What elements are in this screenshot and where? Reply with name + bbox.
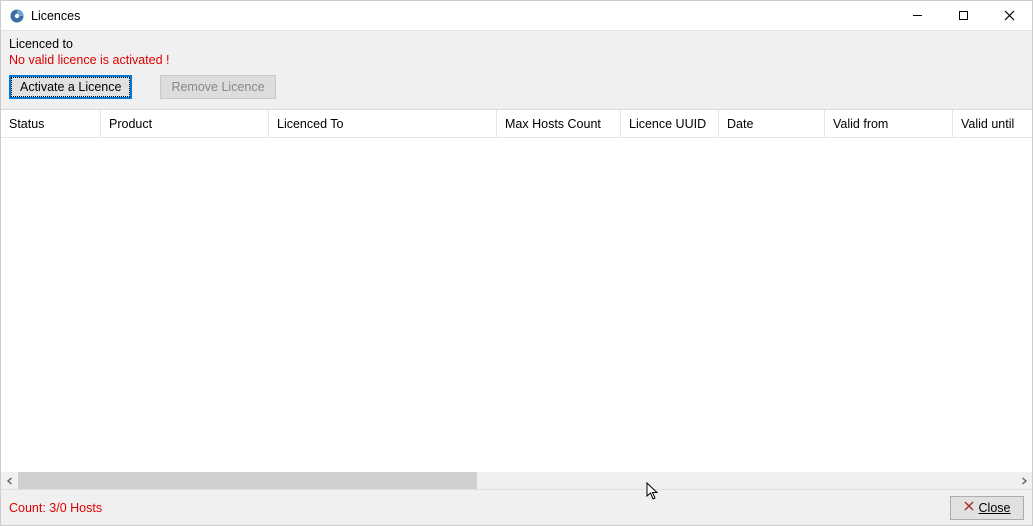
column-header[interactable]: Licenced To xyxy=(269,110,497,137)
window-controls xyxy=(894,1,1032,30)
activate-licence-button[interactable]: Activate a Licence xyxy=(9,75,132,99)
close-button[interactable]: Close xyxy=(950,496,1024,520)
column-header[interactable]: Max Hosts Count xyxy=(497,110,621,137)
table-body xyxy=(1,138,1032,472)
titlebar: Licences xyxy=(1,1,1032,31)
column-header[interactable]: Date xyxy=(719,110,825,137)
column-header[interactable]: Valid from xyxy=(825,110,953,137)
column-header[interactable]: Product xyxy=(101,110,269,137)
minimize-button[interactable] xyxy=(894,1,940,30)
close-window-button[interactable] xyxy=(986,1,1032,30)
scroll-track[interactable] xyxy=(18,472,1015,489)
licences-window: Licences Licenced to No valid licence is… xyxy=(0,0,1033,526)
licenced-to-label: Licenced to xyxy=(9,37,1024,51)
scroll-right-arrow[interactable] xyxy=(1015,472,1032,489)
host-count: Count: 3/0 Hosts xyxy=(9,501,102,515)
scroll-thumb[interactable] xyxy=(18,472,477,489)
licence-warning: No valid licence is activated ! xyxy=(9,53,1024,67)
column-header[interactable]: Valid until xyxy=(953,110,1027,137)
app-icon xyxy=(9,8,25,24)
status-bar: Count: 3/0 Hosts Close xyxy=(1,489,1032,525)
maximize-button[interactable] xyxy=(940,1,986,30)
toolbar: Licenced to No valid licence is activate… xyxy=(1,31,1032,110)
scroll-left-arrow[interactable] xyxy=(1,472,18,489)
column-header[interactable]: Licence UUID xyxy=(621,110,719,137)
remove-licence-button: Remove Licence xyxy=(160,75,275,99)
table-header: StatusProductLicenced ToMax Hosts CountL… xyxy=(1,110,1032,138)
window-title: Licences xyxy=(31,9,80,23)
close-icon xyxy=(964,501,974,514)
toolbar-buttons: Activate a Licence Remove Licence xyxy=(9,75,1024,99)
close-button-label: Close xyxy=(979,501,1011,515)
horizontal-scrollbar[interactable] xyxy=(1,472,1032,489)
column-header[interactable]: Status xyxy=(1,110,101,137)
